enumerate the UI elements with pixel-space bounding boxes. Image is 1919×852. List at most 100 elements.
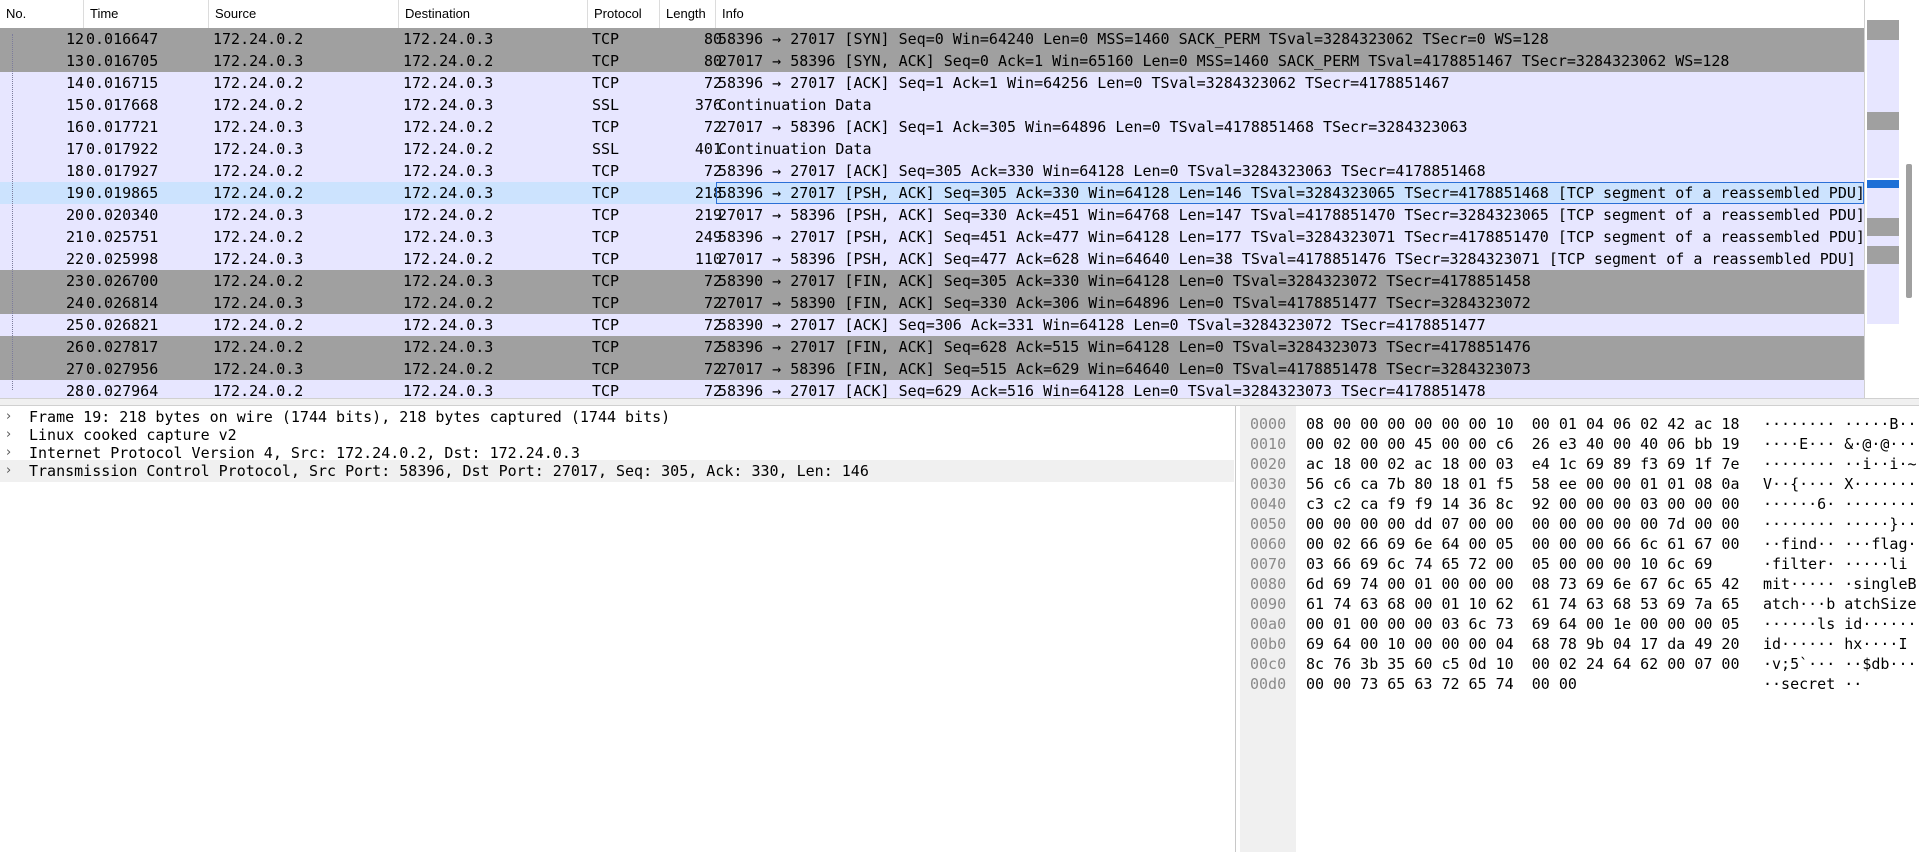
packet-time: 0.019865	[86, 184, 159, 202]
column-header-protocol[interactable]: Protocol	[588, 0, 660, 28]
packet-row[interactable]: 23 0.026700 172.24.0.2 172.24.0.3 TCP 72 58390…	[0, 270, 1864, 292]
packet-row[interactable]: 13 0.016705 172.24.0.3 172.24.0.2 TCP 80 27017…	[0, 50, 1864, 72]
packet-no: 12	[65, 30, 84, 48]
column-header-destination[interactable]: Destination	[399, 0, 588, 28]
packet-source: 172.24.0.2	[213, 30, 304, 48]
packet-destination: 172.24.0.2	[403, 294, 494, 312]
packet-protocol: TCP	[592, 52, 620, 70]
packet-source: 172.24.0.2	[213, 338, 304, 356]
packet-length: 80	[703, 30, 722, 48]
packet-row[interactable]: 28 0.027964 172.24.0.2 172.24.0.3 TCP 72 58396…	[0, 380, 1864, 398]
column-header-time[interactable]: Time	[84, 0, 209, 28]
packet-length: 72	[703, 382, 722, 398]
packet-info: 27017 → 58396 [PSH, ACK] Seq=477 Ack=628…	[718, 250, 1856, 268]
packet-source: 172.24.0.2	[213, 74, 304, 92]
packet-length: 72	[703, 272, 722, 290]
packet-time: 0.017927	[86, 162, 159, 180]
minimap-mark	[1867, 40, 1899, 112]
packet-protocol: TCP	[592, 228, 620, 246]
hex-ascii: atch···b atchSize	[1763, 595, 1917, 613]
packet-no: 18	[65, 162, 84, 180]
packet-length: 72	[703, 338, 722, 356]
hex-bytes: 00 02 00 00 45 00 00 c6 26 e3 40 00 40 0…	[1306, 435, 1740, 453]
packet-length: 72	[703, 360, 722, 378]
packet-length: 219	[694, 206, 722, 224]
packet-source: 172.24.0.2	[213, 316, 304, 334]
minimap-mark	[1867, 130, 1899, 178]
packet-protocol: TCP	[592, 294, 620, 312]
packet-row[interactable]: 27 0.027956 172.24.0.3 172.24.0.2 TCP 72 27017…	[0, 358, 1864, 380]
hex-offset: 0060	[1250, 535, 1287, 553]
minimap-mark	[1867, 188, 1899, 218]
hex-bytes: 8c 76 3b 35 60 c5 0d 10 00 02 24 64 62 0…	[1306, 655, 1740, 673]
hex-bytes: 61 74 63 68 00 01 10 62 61 74 63 68 53 6…	[1306, 595, 1740, 613]
packet-length: 72	[703, 118, 722, 136]
packet-row[interactable]: 20 0.020340 172.24.0.3 172.24.0.2 TCP 219 2701…	[0, 204, 1864, 226]
packet-protocol: TCP	[592, 360, 620, 378]
packet-protocol: SSL	[592, 140, 620, 158]
packet-details-pane[interactable]: › Frame 19: 218 bytes on wire (1744 bits)…	[0, 406, 1236, 852]
hex-offset: 0020	[1250, 455, 1287, 473]
packet-destination: 172.24.0.3	[403, 162, 494, 180]
packet-destination: 172.24.0.3	[403, 228, 494, 246]
column-header-no[interactable]: No.	[0, 0, 84, 28]
packet-row[interactable]: 22 0.025998 172.24.0.3 172.24.0.2 TCP 110 2701…	[0, 248, 1864, 270]
packet-row[interactable]: 14 0.016715 172.24.0.2 172.24.0.3 TCP 72 58396…	[0, 72, 1864, 94]
hex-ascii: ··secret ··	[1763, 675, 1863, 693]
packet-source: 172.24.0.2	[213, 228, 304, 246]
hex-bytes: ac 18 00 02 ac 18 00 03 e4 1c 69 89 f3 6…	[1306, 455, 1740, 473]
pane-splitter[interactable]	[0, 398, 1919, 406]
packet-no: 22	[65, 250, 84, 268]
packet-destination: 172.24.0.3	[403, 96, 494, 114]
packet-length: 376	[694, 96, 722, 114]
packet-row[interactable]: 24 0.026814 172.24.0.3 172.24.0.2 TCP 72 27017…	[0, 292, 1864, 314]
packet-row[interactable]: 17 0.017922 172.24.0.3 172.24.0.2 SSL 401 Cont…	[0, 138, 1864, 160]
packet-destination: 172.24.0.2	[403, 250, 494, 268]
packet-list[interactable]: No. Time Source Destination Protocol Len…	[0, 0, 1864, 398]
hex-bytes: 56 c6 ca 7b 80 18 01 f5 58 ee 00 00 01 0…	[1306, 475, 1740, 493]
hex-ascii: ····E··· &·@·@···	[1763, 435, 1917, 453]
packet-row[interactable]: 25 0.026821 172.24.0.2 172.24.0.3 TCP 72 58390…	[0, 314, 1864, 336]
packet-protocol: TCP	[592, 74, 620, 92]
column-header-info[interactable]: Info	[716, 0, 1864, 28]
hex-offset: 00a0	[1250, 615, 1287, 633]
packet-time: 0.016647	[86, 30, 159, 48]
hex-ascii: ········ ··i··i·~	[1763, 455, 1917, 473]
packet-row[interactable]: 26 0.027817 172.24.0.2 172.24.0.3 TCP 72 58396…	[0, 336, 1864, 358]
packet-list-scrollbar[interactable]	[1906, 164, 1912, 298]
packet-row[interactable]: 12 0.016647 172.24.0.2 172.24.0.3 TCP 80 58396…	[0, 28, 1864, 50]
packet-bytes-pane[interactable]: 0000 08 00 00 00 00 00 00 10 00 01 04 06 …	[1240, 406, 1919, 852]
packet-no: 25	[65, 316, 84, 334]
column-header-length[interactable]: Length	[660, 0, 716, 28]
packet-source: 172.24.0.2	[213, 162, 304, 180]
column-header-source[interactable]: Source	[209, 0, 399, 28]
packet-row[interactable]: 18 0.017927 172.24.0.2 172.24.0.3 TCP 72 58396…	[0, 160, 1864, 182]
detail-tree-item[interactable]: › Transmission Control Protocol, Src Port…	[0, 460, 1234, 482]
packet-protocol: TCP	[592, 162, 620, 180]
packet-protocol: TCP	[592, 118, 620, 136]
packet-source: 172.24.0.3	[213, 140, 304, 158]
hex-offset: 0070	[1250, 555, 1287, 573]
hex-offset: 00d0	[1250, 675, 1287, 693]
hex-bytes: c3 c2 ca f9 f9 14 36 8c 92 00 00 00 03 0…	[1306, 495, 1740, 513]
packet-no: 16	[65, 118, 84, 136]
hex-offset: 0040	[1250, 495, 1287, 513]
packet-row[interactable]: 19 0.019865 172.24.0.2 172.24.0.3 TCP 218 5839…	[0, 182, 1864, 204]
packet-row[interactable]: 16 0.017721 172.24.0.3 172.24.0.2 TCP 72 27017…	[0, 116, 1864, 138]
packet-no: 14	[65, 74, 84, 92]
packet-no: 20	[65, 206, 84, 224]
packet-source: 172.24.0.3	[213, 250, 304, 268]
packet-time: 0.017721	[86, 118, 159, 136]
packet-row[interactable]: 21 0.025751 172.24.0.2 172.24.0.3 TCP 249 5839…	[0, 226, 1864, 248]
chevron-right-icon[interactable]: ›	[6, 460, 18, 482]
packet-length: 218	[694, 184, 722, 202]
packet-time: 0.016715	[86, 74, 159, 92]
packet-time: 0.026821	[86, 316, 159, 334]
hex-ascii: ··find·· ···flag·	[1763, 535, 1917, 553]
minimap-mark	[1867, 218, 1899, 236]
hex-bytes: 08 00 00 00 00 00 00 10 00 01 04 06 02 4…	[1306, 415, 1740, 433]
packet-destination: 172.24.0.2	[403, 118, 494, 136]
packet-row[interactable]: 15 0.017668 172.24.0.2 172.24.0.3 SSL 376 Cont…	[0, 94, 1864, 116]
hex-offset: 0000	[1250, 415, 1287, 433]
packet-length: 72	[703, 74, 722, 92]
